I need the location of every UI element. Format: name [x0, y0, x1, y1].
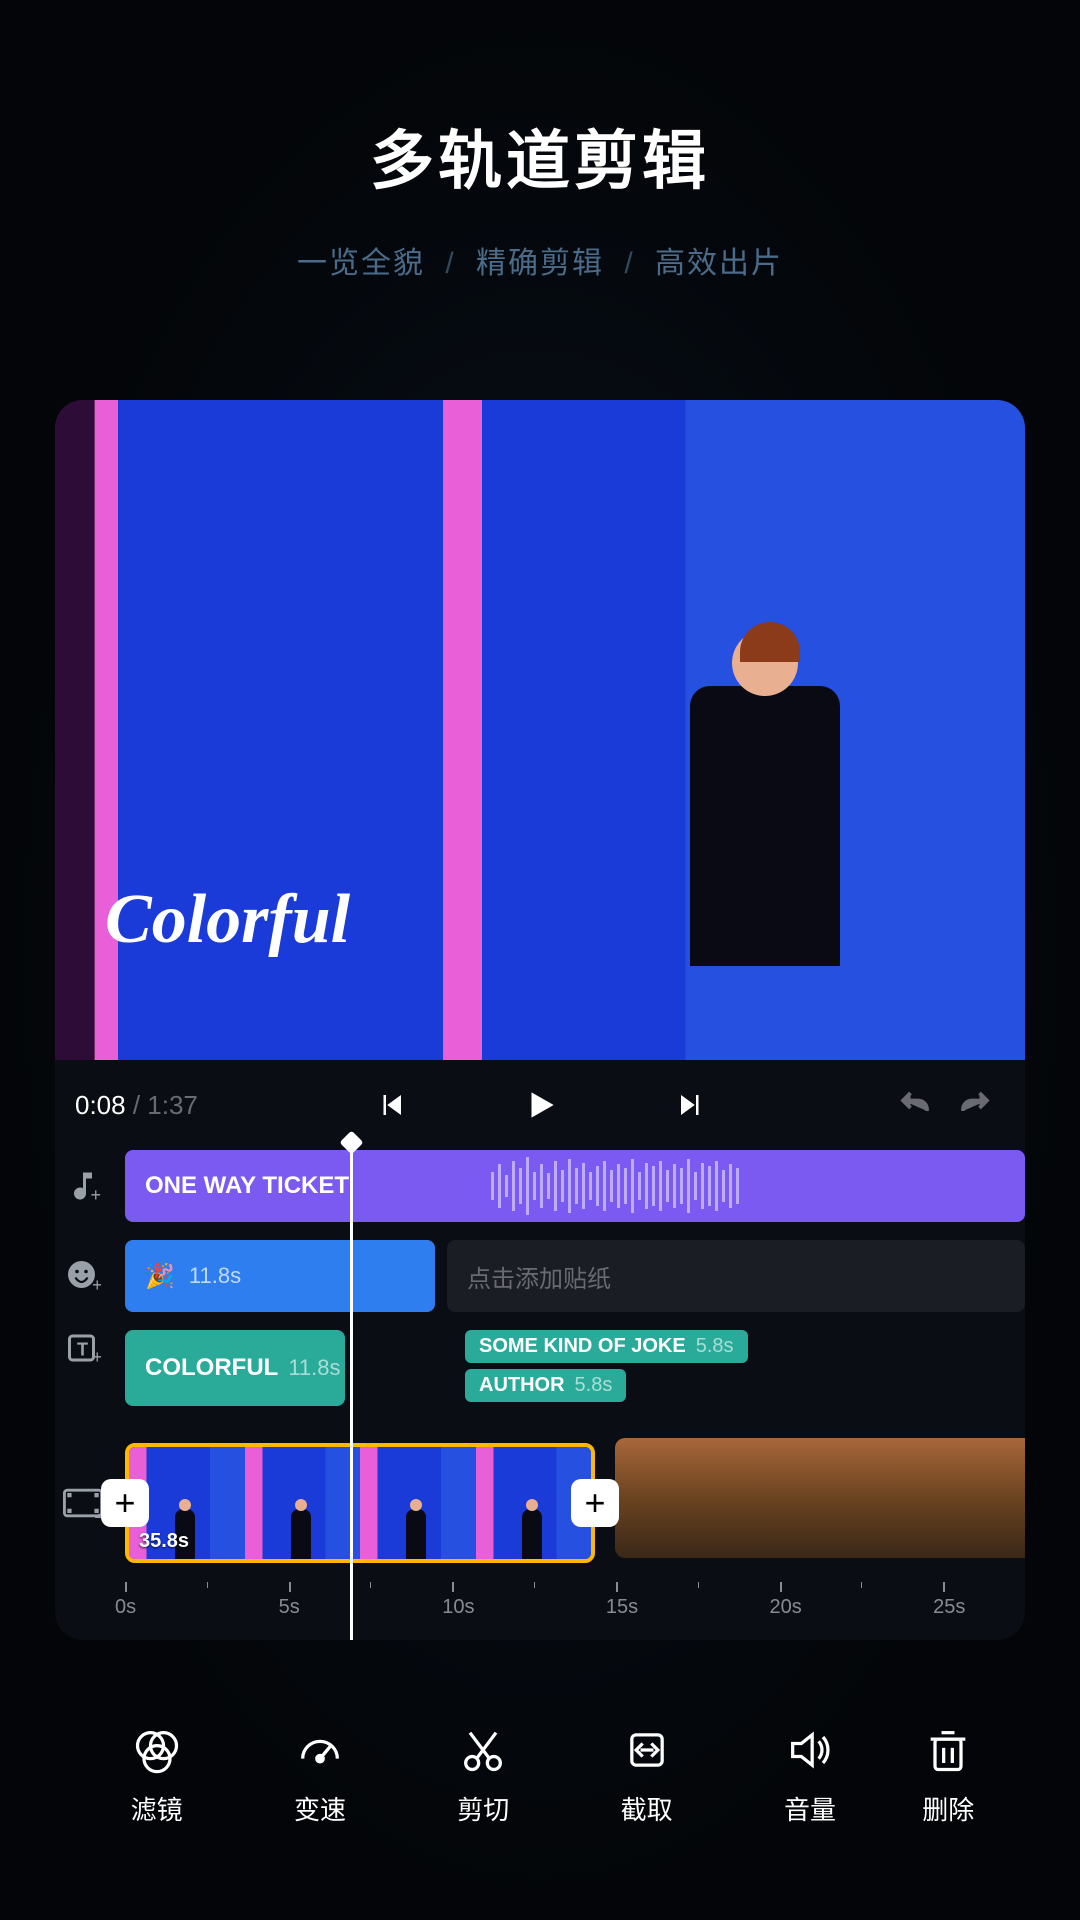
hero-title: 多轨道剪辑 [0, 110, 1080, 202]
add-sticker-placeholder[interactable]: 点击添加贴纸 [447, 1240, 1025, 1312]
text-clip-duration: 11.8s [288, 1355, 340, 1381]
add-text-icon[interactable]: T+ [55, 1330, 111, 1366]
text-clip-main[interactable]: COLORFUL 11.8s [125, 1330, 345, 1406]
playhead[interactable] [350, 1142, 353, 1640]
add-clip-after-button[interactable]: + [571, 1479, 619, 1527]
play-button[interactable] [511, 1086, 571, 1124]
undo-button[interactable] [885, 1087, 945, 1123]
sticker-clip[interactable]: 🎉 11.8s [125, 1240, 435, 1312]
sticker-track: + 🎉 11.8s 点击添加贴纸 [125, 1240, 1025, 1312]
hero-subtitle: 一览全貌 / 精确剪辑 / 高效出片 [0, 238, 1080, 282]
text-clip-label: COLORFUL [145, 1354, 278, 1382]
music-clip[interactable]: ONE WAY TICKET [125, 1150, 1025, 1222]
timeline-tracks: + ONE WAY TICKET + 🎉 11.8s 点击添加贴纸 [55, 1150, 1025, 1626]
sticker-duration: 11.8s [189, 1263, 241, 1289]
previous-button[interactable] [361, 1090, 421, 1120]
text-track: T+ COLORFUL 11.8s SOME KIND OF JOKE 5.8s… [125, 1330, 1025, 1420]
crop-tool[interactable]: 截取 [582, 1724, 712, 1827]
svg-text:+: + [92, 1275, 101, 1294]
cut-tool[interactable]: 剪切 [418, 1724, 548, 1827]
svg-text:T: T [77, 1340, 88, 1360]
time-display: 0:08 / 1:37 [75, 1090, 198, 1121]
filter-tool[interactable]: 滤镜 [92, 1724, 222, 1827]
add-sticker-icon[interactable]: + [55, 1258, 111, 1294]
sticker-emoji: 🎉 [145, 1262, 175, 1291]
waveform-icon [485, 1150, 1025, 1222]
hero-header: 多轨道剪辑 一览全貌 / 精确剪辑 / 高效出片 [0, 0, 1080, 282]
video-track: + + 35.8s + [125, 1438, 1025, 1568]
video-clip-2[interactable] [615, 1438, 1025, 1558]
transport-bar: 0:08 / 1:37 [55, 1060, 1025, 1150]
delete-tool[interactable]: 删除 [908, 1724, 988, 1827]
bottom-toolbar: 滤镜 变速 剪切 截取 音量 删除 [55, 1700, 1025, 1850]
add-music-icon[interactable]: + [55, 1168, 111, 1204]
video-preview[interactable]: Colorful [55, 400, 1025, 1060]
text-clip-joke[interactable]: SOME KIND OF JOKE 5.8s [465, 1330, 748, 1363]
time-ruler[interactable]: 0s 5s 10s 15s 20s 25s [125, 1586, 1025, 1626]
text-clip-author[interactable]: AUTHOR 5.8s [465, 1369, 626, 1402]
video-clip-selected[interactable]: 35.8s [125, 1443, 595, 1563]
volume-tool[interactable]: 音量 [745, 1724, 875, 1827]
svg-text:+: + [92, 1347, 101, 1366]
preview-overlay-text: Colorful [105, 880, 350, 960]
svg-text:+: + [91, 1185, 102, 1204]
add-clip-before-button[interactable]: + [101, 1479, 149, 1527]
total-time: 1:37 [147, 1090, 198, 1120]
current-time: 0:08 [75, 1090, 126, 1120]
music-clip-title: ONE WAY TICKET [145, 1172, 349, 1200]
preview-subject [675, 630, 855, 1060]
speed-tool[interactable]: 变速 [255, 1724, 385, 1827]
redo-button[interactable] [945, 1087, 1005, 1123]
next-button[interactable] [661, 1090, 721, 1120]
video-clip-duration: 35.8s [139, 1530, 189, 1553]
music-track: + ONE WAY TICKET [125, 1150, 1025, 1222]
editor-app: Colorful 0:08 / 1:37 + [55, 400, 1025, 1640]
